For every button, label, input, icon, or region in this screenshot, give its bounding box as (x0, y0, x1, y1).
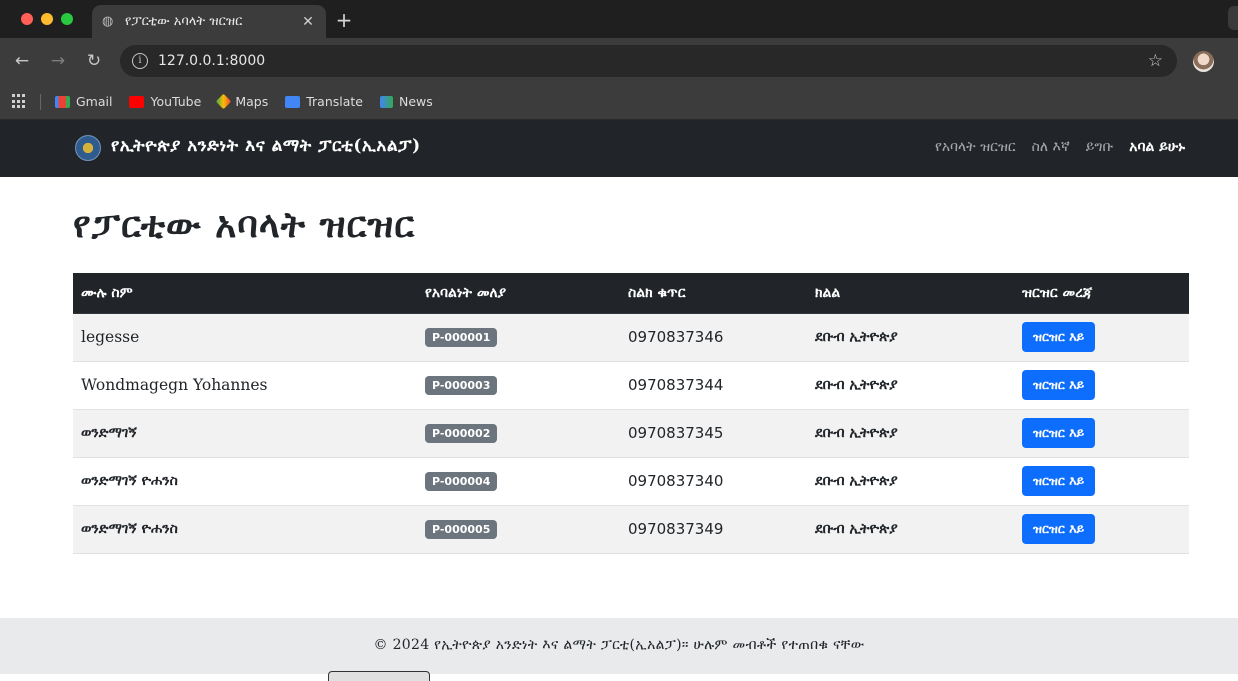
member-region: ደቡብ ኢትዮጵያ (807, 313, 1014, 362)
bookmark-label: YouTube (150, 94, 202, 109)
reload-icon[interactable]: ↻ (83, 50, 105, 72)
member-phone: 0970837349 (620, 505, 807, 554)
site-info-icon[interactable]: i (132, 53, 148, 69)
column-header-region: ክልል (807, 273, 1014, 314)
tab-close-icon[interactable]: ✕ (300, 14, 316, 30)
member-id-badge: P-000004 (425, 472, 498, 491)
table-row: legesse P-000001 0970837346 ደቡብ ኢትዮጵያ ዝር… (73, 313, 1189, 362)
window-close-button[interactable] (21, 13, 33, 25)
page-title: የፓርቲው አባላት ዝርዝር (73, 204, 416, 246)
new-tab-button[interactable]: + (335, 8, 353, 32)
tab-strip-edge (1228, 6, 1238, 30)
details-cell: ዝርዝር እይ (1014, 313, 1189, 362)
member-region: ደቡብ ኢትዮጵያ (807, 457, 1014, 506)
member-id-cell: P-000004 (417, 457, 620, 506)
nav-link-members[interactable]: የአባላት ዝርዝር (935, 139, 1016, 155)
bookmark-youtube[interactable]: YouTube (129, 94, 201, 109)
bookmark-label: News (398, 94, 433, 109)
nav-links: የአባላት ዝርዝር ስለ እኛ ይግቡ አባል ይሁኑ (919, 139, 1185, 155)
details-cell: ዝርዝር እይ (1014, 505, 1189, 554)
column-header-phone: ስልክ ቁጥር (620, 273, 807, 314)
view-details-button[interactable]: ዝርዝር እይ (1022, 418, 1096, 448)
footer-copyright: © 2024 የኢትዮጵያ አንድነት እና ልማት ፓርቲ(ኢአልፓ)። ሁሉ… (373, 637, 865, 653)
member-name: ወንድማገኝ ዮሐንስ (73, 457, 417, 506)
browser-tab[interactable]: ◍ የፓርቲው አባላት ዝርዝር ✕ (92, 5, 326, 38)
table-row: Wondmagegn Yohannes P-000003 0970837344 … (73, 361, 1189, 410)
member-name: legesse (73, 313, 417, 362)
bookmark-label: Gmail (76, 94, 113, 109)
member-id-cell: P-000002 (417, 409, 620, 458)
window-maximize-button[interactable] (61, 13, 73, 25)
member-id-badge: P-000002 (425, 424, 498, 443)
member-phone: 0970837340 (620, 457, 807, 506)
column-header-details: ዝርዝር መረጃ (1014, 273, 1189, 314)
member-name: ወንድማገኝ (73, 409, 417, 458)
members-table: ሙሉ ስም የአባልነት መለያ ስልክ ቁጥር ክልል ዝርዝር መረጃ le… (73, 273, 1189, 554)
view-details-button[interactable]: ዝርዝር እይ (1022, 466, 1096, 496)
nav-link-register[interactable]: አባል ይሁኑ (1129, 139, 1185, 155)
member-id-badge: P-000001 (425, 328, 498, 347)
column-header-full-name: ሙሉ ስም (73, 273, 417, 314)
member-id-cell: P-000003 (417, 361, 620, 410)
details-cell: ዝርዝር እይ (1014, 409, 1189, 458)
member-id-badge: P-000003 (425, 376, 498, 395)
member-name: Wondmagegn Yohannes (73, 361, 417, 410)
translate-icon (285, 95, 301, 108)
details-cell: ዝርዝር እይ (1014, 457, 1189, 506)
member-phone: 0970837345 (620, 409, 807, 458)
partial-button[interactable] (328, 671, 430, 681)
browser-toolbar: ← → ↻ i 127.0.0.1:8000 ☆ (0, 38, 1238, 84)
bookmark-label: Maps (235, 94, 269, 109)
bookmark-star-icon[interactable]: ☆ (1148, 51, 1163, 71)
back-arrow-icon[interactable]: ← (11, 50, 33, 72)
tab-title: የፓርቲው አባላት ዝርዝር (125, 14, 243, 29)
window-minimize-button[interactable] (41, 13, 53, 25)
forward-arrow-icon[interactable]: → (47, 50, 69, 72)
bookmark-translate[interactable]: Translate (285, 94, 363, 109)
bookmark-label: Translate (306, 94, 363, 109)
member-region: ደቡብ ኢትዮጵያ (807, 361, 1014, 410)
site-navbar: የኢትዮጵያ አንድነት እና ልማት ፓርቲ(ኢአልፓ) የአባላት ዝርዝር… (0, 120, 1238, 177)
maps-icon (216, 93, 232, 110)
browser-tab-bar: ◍ የፓርቲው አባላት ዝርዝር ✕ + (0, 0, 1238, 38)
member-name: ወንድማገኝ ዮሐንስ (73, 505, 417, 554)
nav-link-login[interactable]: ይግቡ (1086, 139, 1114, 155)
member-region: ደቡብ ኢትዮጵያ (807, 505, 1014, 554)
table-row: ወንድማገኝ ዮሐንስ P-000004 0970837340 ደቡብ ኢትዮጵ… (73, 457, 1189, 506)
member-phone: 0970837344 (620, 361, 807, 410)
news-icon (379, 95, 393, 108)
member-phone: 0970837346 (620, 313, 807, 362)
column-header-member-id: የአባልነት መለያ (417, 273, 620, 314)
bookmark-news[interactable]: News (379, 94, 433, 109)
brand-name[interactable]: የኢትዮጵያ አንድነት እና ልማት ፓርቲ(ኢአልፓ) (111, 136, 421, 156)
nav-link-about[interactable]: ስለ እኛ (1032, 139, 1070, 155)
table-row: ወንድማገኝ ዮሐንስ P-000005 0970837349 ደቡብ ኢትዮጵ… (73, 505, 1189, 554)
apps-grid-icon[interactable] (12, 94, 27, 109)
youtube-icon (129, 95, 145, 108)
member-id-badge: P-000005 (425, 520, 498, 539)
member-region: ደቡብ ኢትዮጵያ (807, 409, 1014, 458)
bookmarks-separator (40, 93, 41, 110)
member-id-cell: P-000001 (417, 313, 620, 362)
view-details-button[interactable]: ዝርዝር እይ (1022, 514, 1096, 544)
member-id-cell: P-000005 (417, 505, 620, 554)
table-header-row: ሙሉ ስም የአባልነት መለያ ስልክ ቁጥር ክልል ዝርዝር መረጃ (73, 273, 1189, 314)
bookmark-gmail[interactable]: Gmail (55, 94, 112, 109)
globe-icon: ◍ (102, 13, 114, 29)
party-logo-icon[interactable] (75, 135, 101, 161)
profile-avatar[interactable] (1193, 51, 1214, 72)
address-bar[interactable]: i 127.0.0.1:8000 ☆ (120, 45, 1177, 77)
table-row: ወንድማገኝ P-000002 0970837345 ደቡብ ኢትዮጵያ ዝርዝ… (73, 409, 1189, 458)
gmail-icon (55, 95, 70, 108)
details-cell: ዝርዝር እይ (1014, 361, 1189, 410)
bookmark-maps[interactable]: Maps (216, 93, 269, 110)
view-details-button[interactable]: ዝርዝር እይ (1022, 322, 1096, 352)
view-details-button[interactable]: ዝርዝር እይ (1022, 370, 1096, 400)
site-footer: © 2024 የኢትዮጵያ አንድነት እና ልማት ፓርቲ(ኢአልፓ)። ሁሉ… (0, 618, 1238, 674)
url-text[interactable]: 127.0.0.1:8000 (158, 53, 265, 69)
bookmarks-bar: Gmail YouTube Maps Translate News (0, 84, 1238, 120)
